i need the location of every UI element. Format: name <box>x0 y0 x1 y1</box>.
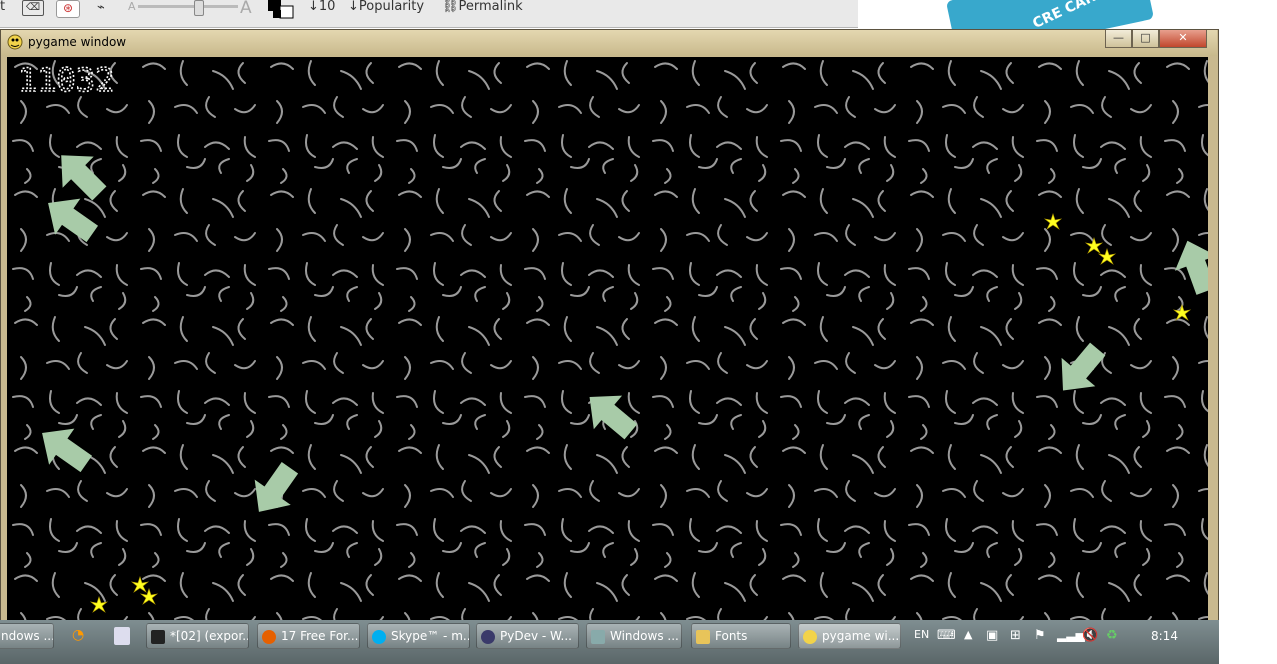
permalink-link[interactable]: ⛓Permalink <box>442 0 523 14</box>
tag-icon[interactable]: ⌁ <box>97 0 105 15</box>
eclipse-icon <box>481 629 495 644</box>
color-swatch-icon[interactable] <box>268 0 294 19</box>
taskbar-item-label: ndows ... <box>1 629 54 643</box>
background-page-strip <box>1219 30 1277 620</box>
maximize-button[interactable]: □ <box>1132 30 1159 48</box>
windows-flag-icon[interactable]: ⊞ <box>1010 628 1021 643</box>
skype-icon <box>372 629 386 644</box>
score-text: 11032 <box>18 63 114 97</box>
size-large-label: A <box>240 0 252 18</box>
font-size-slider[interactable] <box>138 0 238 16</box>
compass-icon[interactable]: ⊛ <box>56 0 80 18</box>
taskbar-item-export[interactable]: *[02] (expor... <box>146 623 249 649</box>
sort-count[interactable]: ↓10 <box>308 0 335 14</box>
partial-text: t <box>0 0 6 14</box>
font-size-slider-thumb[interactable] <box>194 0 204 16</box>
action-center-flag-icon[interactable]: ⚑ <box>1034 628 1046 643</box>
popularity-label: Popularity <box>358 0 425 14</box>
taskbar-item-label: pygame wi... <box>822 629 900 643</box>
language-indicator[interactable]: EN <box>914 628 929 641</box>
firefox-icon <box>262 629 276 644</box>
taskbar-item-label: Windows ... <box>610 629 679 643</box>
background-browser-toolbar: t ⌫ ⊛ ⌁ A A ↓10 ↓Popularity ⛓Permalink <box>0 0 858 28</box>
minimize-button[interactable]: — <box>1105 30 1132 48</box>
taskbar-item-skype[interactable]: Skype™ - m... <box>367 623 470 649</box>
taskbar-item-pygame[interactable]: pygame wi... <box>798 623 901 649</box>
windows-icon <box>591 629 605 644</box>
clock[interactable]: 8:14 <box>1151 629 1178 643</box>
device-icon[interactable]: ▣ <box>986 628 998 643</box>
game-canvas[interactable] <box>7 57 1208 622</box>
taskbar-item-windows-explorer[interactable]: Windows ... <box>586 623 682 649</box>
blender-icon[interactable]: ◔ <box>72 627 90 645</box>
taskbar-item-label: 17 Free For... <box>281 629 359 643</box>
pygame-snake-icon <box>7 34 23 50</box>
show-hidden-icons-icon[interactable]: ▲ <box>964 628 972 641</box>
taskbar-item-pydev[interactable]: PyDev - W... <box>476 623 579 649</box>
folder-icon <box>696 629 710 644</box>
clear-icon[interactable]: ⌫ <box>22 0 44 16</box>
taskbar-item-label: Fonts <box>715 629 748 643</box>
notepad-icon[interactable] <box>114 627 130 645</box>
size-small-label: A <box>128 0 136 13</box>
permalink-label: Permalink <box>458 0 523 14</box>
game-scene <box>7 57 1208 622</box>
terminal-icon <box>151 629 165 644</box>
window-title: pygame window <box>28 35 127 49</box>
update-icon[interactable]: ♻ <box>1106 628 1118 643</box>
link-icon: ⛓ <box>442 0 459 14</box>
score-display: 11032 <box>17 60 138 101</box>
sort-count-value: 10 <box>318 0 336 14</box>
network-signal-icon[interactable]: ▂▃▅ <box>1057 628 1085 642</box>
pygame-snake-icon <box>803 629 817 644</box>
squiggle-field <box>7 57 1208 622</box>
background-page-bottom <box>1219 620 1277 664</box>
taskbar-item-fonts[interactable]: Fonts <box>691 623 791 649</box>
taskbar-item-firefox[interactable]: 17 Free For... <box>257 623 360 649</box>
volume-muted-icon[interactable]: 🔇 <box>1082 628 1098 643</box>
taskbar-item-label: *[02] (expor... <box>170 629 249 643</box>
close-button[interactable]: ✕ <box>1159 30 1207 48</box>
popularity-sort[interactable]: ↓Popularity <box>348 0 424 14</box>
window-titlebar[interactable] <box>1 30 1217 56</box>
taskbar-item-label: Skype™ - m... <box>391 629 470 643</box>
keyboard-icon[interactable]: ⌨ <box>937 628 956 643</box>
taskbar-item-windows[interactable]: ndows ... <box>0 623 54 649</box>
taskbar-item-label: PyDev - W... <box>500 629 572 643</box>
